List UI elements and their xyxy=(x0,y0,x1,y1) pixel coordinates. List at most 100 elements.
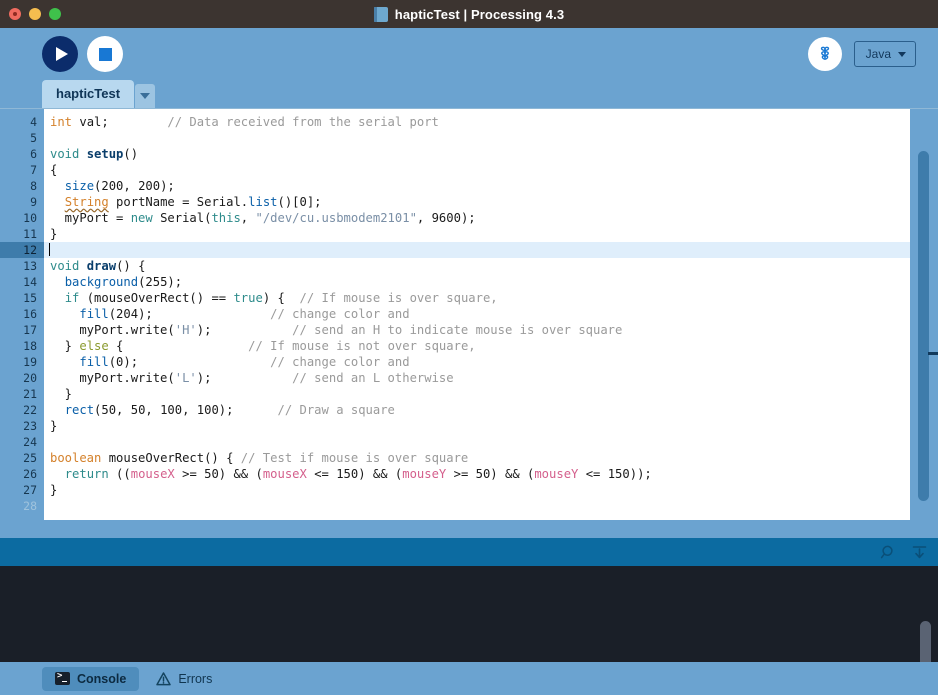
code-token: ); xyxy=(196,323,212,337)
code-token: { xyxy=(50,163,58,177)
stop-square-icon xyxy=(98,47,112,61)
code-line[interactable]: } else { // If mouse is not over square, xyxy=(44,338,938,354)
code-token: (204); xyxy=(108,307,153,321)
tab-console-label: Console xyxy=(77,671,127,686)
line-number: 26 xyxy=(23,467,37,481)
search-icon[interactable] xyxy=(880,544,897,561)
line-number: 7 xyxy=(30,163,37,177)
mode-label: Java xyxy=(865,47,891,61)
code-token: // change color and xyxy=(270,355,410,369)
debug-button[interactable] xyxy=(807,37,842,71)
code-line[interactable]: } xyxy=(44,386,938,402)
line-number: 12 xyxy=(0,242,44,258)
code-line[interactable]: background(255); xyxy=(44,274,938,290)
editor-scrollbar-marker xyxy=(928,352,938,355)
line-number: 17 xyxy=(23,323,37,337)
code-line[interactable]: myPort.write('L'); // send an L otherwis… xyxy=(44,370,938,386)
tab-console[interactable]: Console xyxy=(42,666,140,691)
code-token: "/dev/cu.usbmodem2101" xyxy=(255,211,417,225)
console-output-panel[interactable] xyxy=(0,566,938,662)
editor-scrollbar[interactable] xyxy=(910,109,938,520)
code-token: (50, 50, 100, 100); xyxy=(94,403,234,417)
code-token: fill xyxy=(79,307,109,321)
stop-button[interactable] xyxy=(87,36,123,72)
code-token: Serial( xyxy=(152,211,212,225)
line-number: 16 xyxy=(23,307,37,321)
code-token: (255); xyxy=(138,275,183,289)
code-line[interactable]: void setup() xyxy=(44,146,938,162)
code-token: portName = Serial. xyxy=(108,195,249,209)
line-number: 24 xyxy=(23,435,37,449)
window-controls xyxy=(0,8,61,20)
code-line[interactable]: } xyxy=(44,482,938,498)
code-token: () { xyxy=(116,259,146,273)
code-token: myPort.write( xyxy=(50,323,175,337)
minimize-window-button[interactable] xyxy=(29,8,41,20)
tab-errors-label: Errors xyxy=(178,671,213,686)
code-token: void xyxy=(50,147,80,161)
code-line[interactable]: return ((mouseX >= 50) && (mouseX <= 150… xyxy=(44,466,938,482)
tab-errors[interactable]: Errors xyxy=(143,667,225,691)
maximize-window-button[interactable] xyxy=(49,8,61,20)
window-title: hapticTest | Processing 4.3 xyxy=(394,6,565,22)
sketch-tab-haptictest[interactable]: hapticTest xyxy=(42,80,135,108)
code-line[interactable]: } xyxy=(44,418,938,434)
code-token: draw xyxy=(86,259,117,273)
sketch-book-icon xyxy=(373,6,388,22)
code-line[interactable]: if (mouseOverRect() == true) { // If mou… xyxy=(44,290,938,306)
code-line[interactable]: rect(50, 50, 100, 100); // Draw a square xyxy=(44,402,938,418)
code-line[interactable]: size(200, 200); xyxy=(44,178,938,194)
line-number: 9 xyxy=(30,195,37,209)
code-token: // If mouse is not over square, xyxy=(248,339,476,353)
line-number: 25 xyxy=(23,451,37,465)
scroll-to-bottom-icon[interactable] xyxy=(911,544,928,561)
code-line[interactable]: myPort = new Serial(this, "/dev/cu.usbmo… xyxy=(44,210,938,226)
code-token: // If mouse is over square, xyxy=(299,291,498,305)
close-window-button[interactable] xyxy=(9,8,21,20)
code-token: { xyxy=(108,339,124,353)
main-toolbar: Java xyxy=(0,28,938,80)
code-line[interactable] xyxy=(44,498,938,514)
mode-selector[interactable]: Java xyxy=(853,41,916,67)
code-line[interactable]: fill(204); // change color and xyxy=(44,306,938,322)
code-line[interactable]: fill(0); // change color and xyxy=(44,354,938,370)
code-line[interactable]: String portName = Serial.list()[0]; xyxy=(44,194,938,210)
code-text-area[interactable]: int val; // Data received from the seria… xyxy=(44,109,938,520)
title-bar: hapticTest | Processing 4.3 xyxy=(0,0,938,28)
code-token: (0); xyxy=(108,355,139,369)
run-button[interactable] xyxy=(42,36,78,72)
toolbar-right-group: Java xyxy=(807,37,916,71)
code-line[interactable]: boolean mouseOverRect() { // Test if mou… xyxy=(44,450,938,466)
console-scrollbar-thumb[interactable] xyxy=(920,621,931,662)
tab-menu-button[interactable] xyxy=(135,84,156,108)
terminal-icon xyxy=(55,671,70,685)
code-token: <= 150) && ( xyxy=(306,467,403,481)
code-line[interactable] xyxy=(44,242,938,258)
line-number: 5 xyxy=(30,131,37,145)
console-toolbar xyxy=(0,538,938,566)
bottom-tab-bar: Console Errors xyxy=(0,662,938,695)
code-token: , xyxy=(240,211,256,225)
code-line[interactable]: { xyxy=(44,162,938,178)
sketch-tab-bar: hapticTest xyxy=(0,80,938,108)
line-number: 13 xyxy=(23,259,37,273)
code-token: (( xyxy=(108,467,131,481)
code-token: 'L' xyxy=(174,371,197,385)
editor-scrollbar-thumb[interactable] xyxy=(918,151,929,501)
line-number: 11 xyxy=(23,227,37,241)
code-line[interactable]: myPort.write('H'); // send an H to indic… xyxy=(44,322,938,338)
code-line[interactable]: void draw() { xyxy=(44,258,938,274)
code-line[interactable] xyxy=(44,130,938,146)
code-line[interactable]: int val; // Data received from the seria… xyxy=(44,114,938,130)
line-number: 10 xyxy=(23,211,37,225)
sketch-tab-label: hapticTest xyxy=(56,86,121,101)
chevron-down-icon xyxy=(140,93,151,99)
code-line[interactable]: } xyxy=(44,226,938,242)
code-line[interactable] xyxy=(44,434,938,450)
